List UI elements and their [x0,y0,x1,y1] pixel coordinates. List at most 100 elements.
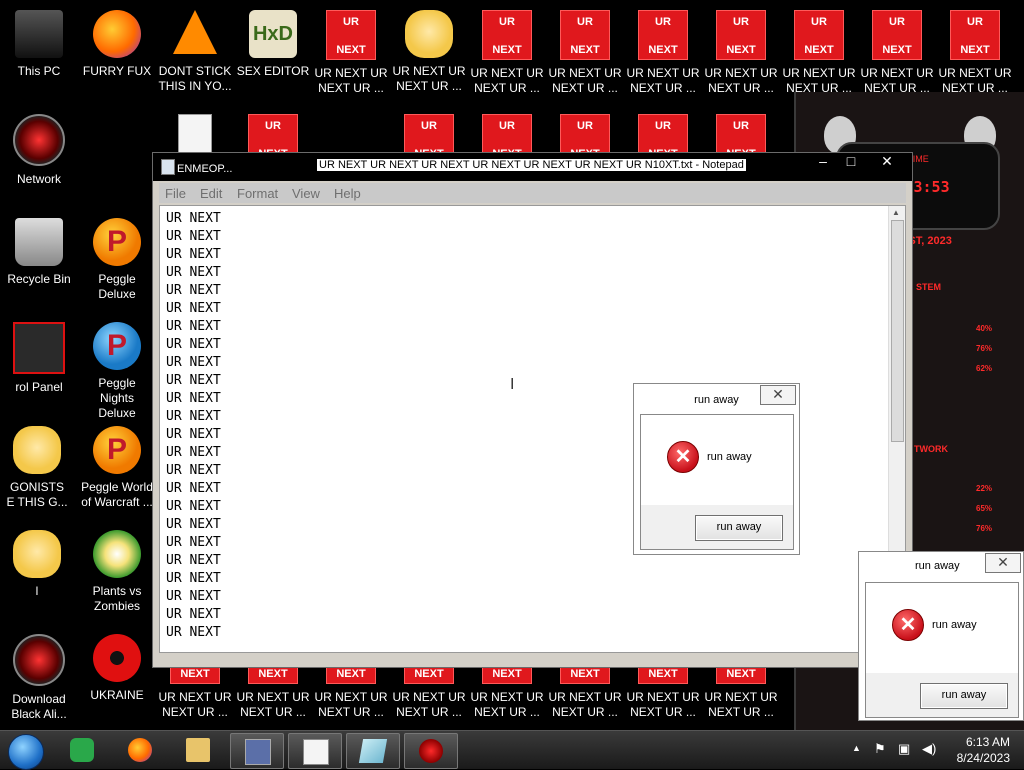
taskbar-game-app[interactable] [404,733,458,769]
text-line: UR NEXT [166,481,221,496]
desktop-icon-control-panel[interactable]: rol Panel [2,318,76,418]
cartoon-girl-icon [13,426,61,474]
maximize-button[interactable]: □ [837,153,865,171]
menu-format[interactable]: Format [237,186,278,201]
paint-icon [358,739,388,763]
recycle-bin-icon [15,218,63,266]
dialog-message: run away [932,619,977,631]
desktop-icon-star-2[interactable]: l [0,526,74,626]
text-line: UR NEXT [166,283,221,298]
desktop-icon-recycle-bin[interactable]: Recycle Bin [2,214,76,314]
desktop-icon-peggle-nights[interactable]: P Peggle Nights Deluxe [80,318,154,420]
text-line: UR NEXT [166,409,221,424]
desktop-icon-download[interactable]: Download Black Ali... [2,630,76,730]
desktop-icon-ur-next[interactable]: UR NEXT UR NEXT UR NEXT UR ... [704,6,778,106]
icon-label: UR NEXT UR NEXT UR ... [314,66,388,95]
red-creature-icon [419,739,443,763]
desktop-icon-ur-next[interactable]: UR NEXT UR NEXT UR NEXT UR ... [860,6,934,106]
desktop-icon-ur-next[interactable]: UR NEXT UR NEXT UR NEXT UR ... [470,6,544,106]
close-button[interactable]: ✕ [985,553,1021,573]
peggle-icon: P [93,322,141,370]
icon-label: Network [16,172,61,186]
desktop-icon-this-pc[interactable]: This PC [2,6,76,106]
widget-percent: 76% [976,344,993,353]
network-icon[interactable]: ▣ [898,741,910,757]
tray-show-hidden-icon[interactable]: ▲ [852,743,861,753]
desktop-icon-network[interactable]: Network [2,110,76,210]
taskbar-notepad[interactable] [288,733,342,769]
desktop-icon-star[interactable]: GONISTS E THIS G... [0,422,74,522]
icon-label: This PC [17,64,61,78]
desktop-icon-furry-fux[interactable]: FURRY FUX [80,6,154,106]
desktop-icon-ur-next[interactable]: UR NEXT UR NEXT UR NEXT UR ... [548,6,622,106]
close-button[interactable]: ✕ [873,153,901,171]
action-center-icon[interactable]: ⚑ [874,741,886,757]
volume-icon[interactable]: ◀) [922,741,936,757]
taskbar-firefox[interactable] [114,733,166,767]
close-button[interactable]: ✕ [760,385,796,405]
text-line: UR NEXT [166,229,221,244]
desktop-icon-vlc[interactable]: DONT STICK THIS IN YO... [158,6,232,106]
start-button[interactable] [8,734,44,770]
firefox-icon [93,10,141,58]
firefox-icon [128,738,152,762]
scrollbar-thumb[interactable] [891,220,904,442]
text-line: UR NEXT [166,499,221,514]
run-away-button[interactable]: run away [920,683,1008,709]
ur-next-icon: URNEXT [716,10,766,60]
dialog-body: ✕ run away run away [865,582,1019,718]
notepad-title-bar[interactable]: ENMEOP... UR NEXT UR NEXT UR NEXT UR NEX… [153,153,912,181]
system-clock[interactable]: 6:13 AM 8/24/2023 [957,734,1010,766]
desktop-icon-ukraine[interactable]: UKRAINE [80,630,154,730]
ur-next-icon: URNEXT [638,10,688,60]
dialog-title: run away [915,560,960,572]
taskbar-messages[interactable] [56,733,108,767]
menu-edit[interactable]: Edit [200,186,222,201]
vlc-cone-icon [173,10,217,54]
menu-file[interactable]: File [165,186,186,201]
run-away-button[interactable]: run away [695,515,783,541]
desktop-icon-ur-next[interactable]: UR NEXT UR NEXT UR NEXT UR ... [626,6,700,106]
icon-label: SEX EDITOR [236,64,310,78]
desktop-icon-ur-next[interactable]: UR NEXT UR NEXT UR ... [392,6,466,106]
icon-label: UR NEXT UR NEXT UR ... [158,690,232,719]
error-icon: ✕ [667,441,699,473]
taskbar-file-explorer[interactable] [172,733,224,767]
desktop-icon-pvz[interactable]: Plants vs Zombies [80,526,154,626]
dialog-button-bar: run away [866,673,1018,717]
text-line: UR NEXT [166,589,221,604]
icon-label: Peggle Nights Deluxe [98,376,136,420]
desktop-icon-ur-next[interactable]: UR NEXT UR NEXT UR NEXT UR ... [938,6,1012,106]
text-line: UR NEXT [166,571,221,586]
text-line: UR NEXT [166,553,221,568]
desktop-icon-ur-next[interactable]: UR NEXT UR NEXT UR NEXT UR ... [314,6,388,106]
desktop-icon-label-behind: ENMEOP... [177,163,233,175]
text-line: UR NEXT [166,535,221,550]
taskbar-paint-app[interactable] [346,733,400,769]
clock-time: 6:13 AM [965,735,1010,749]
scroll-up-icon[interactable]: ▲ [892,208,900,217]
peggle-icon: P [93,218,141,266]
desktop-icon-peggle-deluxe[interactable]: P Peggle Deluxe [80,214,154,314]
menu-help[interactable]: Help [334,186,361,201]
desktop-icon-sex-editor[interactable]: HxD SEX EDITOR [236,6,310,106]
desktop-icon-peggle-world[interactable]: P Peggle World of Warcraft ... [80,422,154,522]
menu-bar: File Edit Format View Help [159,183,906,203]
widget-system-label: STEM [916,282,942,292]
desktop-icon-ur-next[interactable]: UR NEXT UR NEXT UR NEXT UR ... [782,6,856,106]
menu-view[interactable]: View [292,186,320,201]
dialog-button-bar: run away [641,505,793,549]
text-line: UR NEXT [166,355,221,370]
taskbar: ▲ ⚑ ▣ ◀) 6:13 AM 8/24/2023 [0,730,1024,770]
text-line: UR NEXT [166,427,221,442]
messages-icon [70,738,94,762]
icon-label: UR NEXT UR NEXT UR ... [548,690,622,719]
minimize-button[interactable]: – [809,153,837,171]
taskbar-window-app[interactable] [230,733,284,769]
computer-icon [15,10,63,58]
run-away-dialog[interactable]: run away ✕ ✕ run away run away [633,383,800,555]
run-away-dialog-2[interactable]: run away ✕ ✕ run away run away [858,551,1024,721]
text-lines: UR NEXT UR NEXT UR NEXT UR NEXT UR NEXT UR NE… [166,210,221,642]
icon-label: UR NEXT UR NEXT UR ... [626,690,700,719]
icon-label: UR NEXT UR NEXT UR ... [704,690,778,719]
